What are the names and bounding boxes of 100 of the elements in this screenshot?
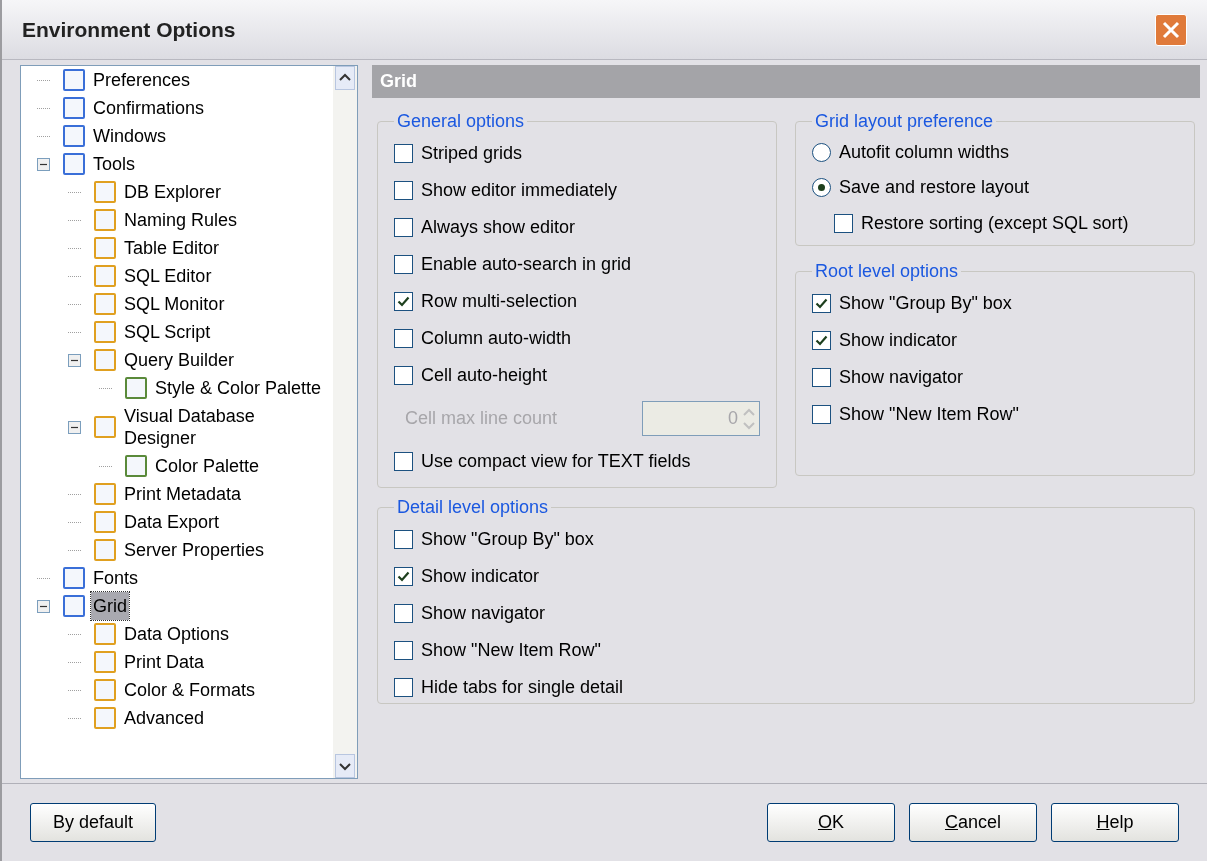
option-label: Show indicator (421, 565, 540, 588)
option-label: Show "New Item Row" (421, 639, 601, 662)
radio-button[interactable] (812, 143, 831, 162)
node-icon (94, 321, 116, 343)
option-label: Show editor immediately (421, 179, 618, 202)
checkbox[interactable] (394, 366, 413, 385)
option-label: Save and restore layout (839, 176, 1030, 199)
checkbox[interactable] (394, 144, 413, 163)
checkbox[interactable] (394, 530, 413, 549)
node-icon (63, 153, 85, 175)
node-icon (94, 539, 116, 561)
tree-item[interactable]: Confirmations (91, 94, 207, 122)
tree-item[interactable]: Advanced (122, 704, 207, 732)
node-icon (94, 483, 116, 505)
tree-item[interactable]: Data Export (122, 508, 222, 536)
tree-item[interactable]: Windows (91, 122, 169, 150)
collapse-toggle[interactable] (36, 599, 50, 613)
node-icon (94, 679, 116, 701)
checkbox[interactable] (812, 294, 831, 313)
option-label: Show "New Item Row" (839, 403, 1019, 426)
checkbox[interactable] (394, 255, 413, 274)
tree-item[interactable]: Grid (91, 592, 129, 620)
option-label: Show navigator (421, 602, 546, 625)
tree-item[interactable]: Style & Color Palette (153, 374, 324, 402)
node-icon (63, 595, 85, 617)
tree-item[interactable]: Color & Formats (122, 676, 258, 704)
node-icon (94, 707, 116, 729)
node-icon (94, 209, 116, 231)
checkbox[interactable] (812, 331, 831, 350)
node-icon (94, 293, 116, 315)
tree-item[interactable]: Query Builder (122, 346, 237, 374)
dialog-button[interactable]: By default (30, 803, 156, 842)
checkbox[interactable] (394, 678, 413, 697)
tree-item[interactable]: Data Options (122, 620, 232, 648)
window-title: Environment Options (22, 16, 236, 43)
node-icon (94, 651, 116, 673)
node-icon (94, 416, 116, 438)
node-icon (63, 97, 85, 119)
option-label: Autofit column widths (839, 141, 1010, 164)
checkbox[interactable] (394, 292, 413, 311)
group-title: Grid layout preference (814, 110, 995, 133)
checkbox[interactable] (394, 218, 413, 237)
dialog-button[interactable]: OK (767, 803, 895, 842)
option-label: Restore sorting (except SQL sort) (861, 212, 1129, 235)
checkbox[interactable] (394, 604, 413, 623)
checkmark-icon (815, 335, 828, 346)
option-label: Column auto-width (421, 327, 572, 350)
checkbox[interactable] (834, 214, 853, 233)
tree-item[interactable]: Visual Database Designer (122, 402, 322, 452)
checkmark-icon (397, 296, 410, 307)
dialog-button[interactable]: Help (1051, 803, 1179, 842)
tree-item[interactable]: Color Palette (153, 452, 262, 480)
option-label: Striped grids (421, 142, 523, 165)
scroll-down-icon[interactable] (335, 754, 355, 778)
tree-item[interactable]: Print Data (122, 648, 207, 676)
tree-item[interactable]: Preferences (91, 66, 193, 94)
tree-item[interactable]: Tools (91, 150, 138, 178)
tree-item[interactable]: Table Editor (122, 234, 222, 262)
checkbox[interactable] (812, 405, 831, 424)
tree-item[interactable]: SQL Script (122, 318, 213, 346)
option-label: Show "Group By" box (421, 528, 594, 551)
checkmark-icon (397, 571, 410, 582)
scrollbar[interactable] (333, 66, 357, 778)
checkbox[interactable] (394, 641, 413, 660)
option-label: Hide tabs for single detail (421, 676, 624, 699)
scroll-up-icon[interactable] (335, 66, 355, 90)
radio-button[interactable] (812, 178, 831, 197)
collapse-toggle[interactable] (36, 157, 50, 171)
option-label: Cell auto-height (421, 364, 548, 387)
tree-item[interactable]: Server Properties (122, 536, 267, 564)
node-icon (94, 265, 116, 287)
tree-item[interactable]: SQL Monitor (122, 290, 227, 318)
tree-item[interactable]: Naming Rules (122, 206, 240, 234)
checkbox[interactable] (394, 452, 413, 471)
checkbox[interactable] (394, 181, 413, 200)
node-icon (63, 567, 85, 589)
checkmark-icon (815, 298, 828, 309)
tree-item[interactable]: Print Metadata (122, 480, 244, 508)
node-icon (94, 623, 116, 645)
field-value: 0 (727, 407, 739, 430)
group-title: Detail level options (396, 496, 550, 519)
node-icon (125, 455, 147, 477)
tree-item[interactable]: SQL Editor (122, 262, 214, 290)
collapse-toggle[interactable] (67, 353, 81, 367)
close-icon (1161, 19, 1181, 40)
checkbox[interactable] (394, 567, 413, 586)
node-icon (94, 181, 116, 203)
node-icon (94, 237, 116, 259)
close-button[interactable] (1155, 13, 1187, 46)
tree-item[interactable]: Fonts (91, 564, 141, 592)
option-label: Use compact view for TEXT fields (421, 450, 691, 473)
tree-item[interactable]: DB Explorer (122, 178, 224, 206)
dialog-button[interactable]: Cancel (909, 803, 1037, 842)
node-icon (63, 69, 85, 91)
checkbox[interactable] (394, 329, 413, 348)
node-icon (63, 125, 85, 147)
field-label: Cell max line count (405, 407, 558, 430)
section-header: Grid (372, 65, 1200, 98)
checkbox[interactable] (812, 368, 831, 387)
collapse-toggle[interactable] (67, 420, 81, 434)
